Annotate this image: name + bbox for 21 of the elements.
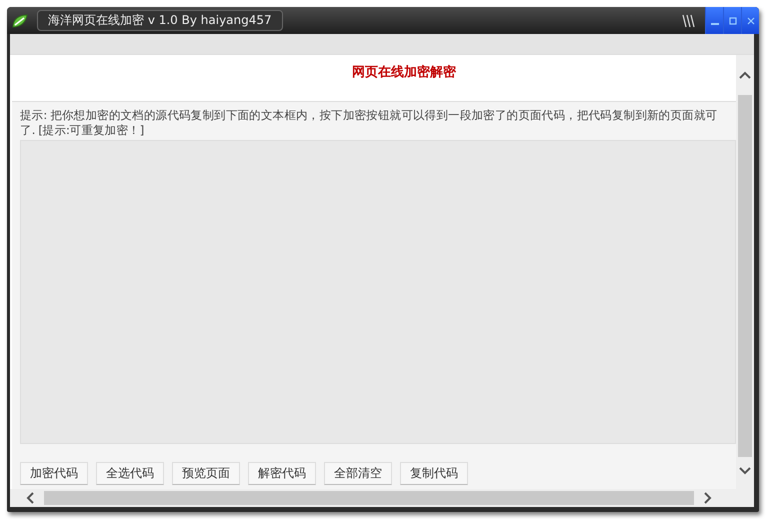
scroll-thumb[interactable] (44, 491, 694, 505)
window-title: 海洋网页在线加密 v 1.0 By haiyang457 (37, 10, 283, 31)
leaf-icon (11, 12, 29, 28)
grip-icon (681, 14, 697, 28)
action-button[interactable]: 预览页面 (172, 462, 240, 485)
scroll-up-icon[interactable] (739, 71, 751, 79)
action-button[interactable]: 复制代码 (400, 462, 468, 485)
scroll-thumb[interactable] (738, 95, 752, 457)
action-button[interactable]: 加密代码 (20, 462, 88, 485)
maximize-icon (728, 16, 736, 24)
scroll-right-icon[interactable] (704, 492, 712, 504)
page-heading: 网页在线加密解密 (351, 64, 457, 82)
scroll-left-icon[interactable] (26, 492, 34, 504)
hint-text: 提示: 把你想加密的文档的源代码复制到下面的文本框内，按下加密按钮就可以得到一段加密了的页面代码，把代码复制到新的页面就可 (20, 108, 718, 123)
hint-text: 了. [提示:可重复加密！] (20, 123, 145, 138)
action-button[interactable]: 全选代码 (96, 462, 164, 485)
action-button[interactable]: 全部清空 (324, 462, 392, 485)
scroll-down-icon[interactable] (739, 467, 751, 475)
minimize-icon (710, 22, 718, 24)
close-icon (746, 16, 754, 24)
action-button[interactable]: 解密代码 (248, 462, 316, 485)
